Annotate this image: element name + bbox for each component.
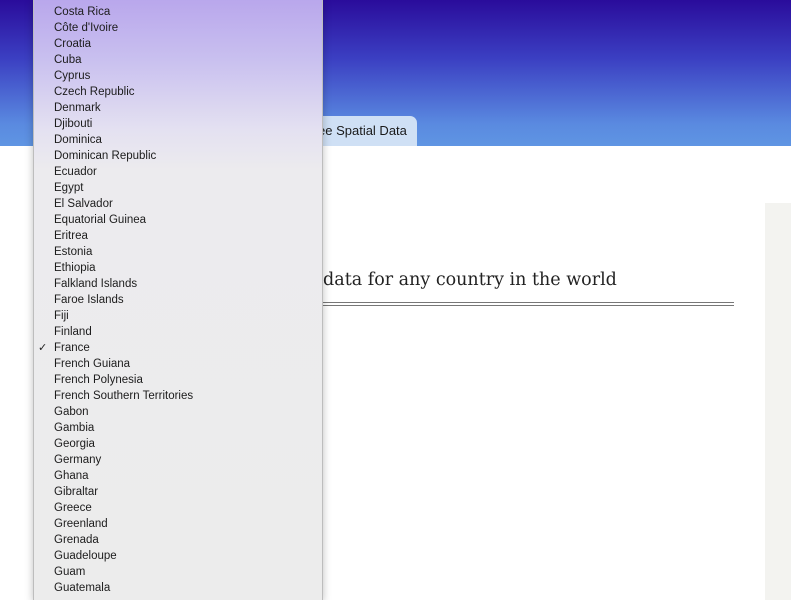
country-option[interactable]: Gibraltar <box>34 484 322 500</box>
country-option-label: Gabon <box>54 406 89 418</box>
country-option[interactable]: Dominican Republic <box>34 148 322 164</box>
country-option[interactable]: Estonia <box>34 244 322 260</box>
country-option[interactable]: French Guiana <box>34 356 322 372</box>
country-option-label: Eritrea <box>54 230 88 242</box>
country-option[interactable]: Gabon <box>34 404 322 420</box>
country-option-label: Guam <box>54 566 86 578</box>
country-option[interactable]: Ghana <box>34 468 322 484</box>
country-option[interactable]: Fiji <box>34 308 322 324</box>
country-option-label: Croatia <box>54 38 92 50</box>
country-option-label: Guatemala <box>54 582 111 594</box>
country-option[interactable]: Cuba <box>34 52 322 68</box>
country-option-label: Cuba <box>54 54 82 66</box>
country-option-label: Gibraltar <box>54 486 99 498</box>
country-option[interactable]: Cyprus <box>34 68 322 84</box>
country-option[interactable]: Egypt <box>34 180 322 196</box>
country-option[interactable]: ✓ France <box>34 340 322 356</box>
country-option-label: Denmark <box>54 102 101 114</box>
country-option[interactable]: Grenada <box>34 532 322 548</box>
country-option[interactable]: Equatorial Guinea <box>34 212 322 228</box>
country-option[interactable]: Ethiopia <box>34 260 322 276</box>
country-option-label: Germany <box>54 454 102 466</box>
country-option-label: Finland <box>54 326 92 338</box>
country-option[interactable]: Greece <box>34 500 322 516</box>
country-option-label: Gambia <box>54 422 95 434</box>
country-option-label: French Guiana <box>54 358 131 370</box>
country-option-label: Greenland <box>54 518 108 530</box>
country-option-label: Cyprus <box>54 70 91 82</box>
country-option-label: Dominican Republic <box>54 150 157 162</box>
country-option[interactable]: Falkland Islands <box>34 276 322 292</box>
country-options-list: Costa Rica Côte d'Ivoire Croatia Cuba Cyprus… <box>34 4 322 596</box>
country-option-label: Djibouti <box>54 118 93 130</box>
country-option[interactable]: El Salvador <box>34 196 322 212</box>
country-option-label: Dominica <box>54 134 102 146</box>
country-option[interactable]: Ecuador <box>34 164 322 180</box>
country-option[interactable]: Greenland <box>34 516 322 532</box>
country-option[interactable]: Guam <box>34 564 322 580</box>
country-option[interactable]: Eritrea <box>34 228 322 244</box>
divider <box>290 302 734 306</box>
side-panel <box>765 203 791 600</box>
country-option-label: Greece <box>54 502 92 514</box>
country-option-label: Georgia <box>54 438 95 450</box>
country-option[interactable]: Côte d'Ivoire <box>34 20 322 36</box>
country-option-label: Egypt <box>54 182 84 194</box>
checkmark-icon: ✓ <box>38 342 48 354</box>
country-option[interactable]: Czech Republic <box>34 84 322 100</box>
country-option-label: Faroe Islands <box>54 294 124 306</box>
country-option-label: Ghana <box>54 470 89 482</box>
country-option-label: Ethiopia <box>54 262 96 274</box>
country-option-label: Equatorial Guinea <box>54 214 147 226</box>
country-option-label: Falkland Islands <box>54 278 138 290</box>
country-option[interactable]: Germany <box>34 452 322 468</box>
country-option[interactable]: Costa Rica <box>34 4 322 20</box>
country-option[interactable]: Guatemala <box>34 580 322 596</box>
country-option-label: Estonia <box>54 246 93 258</box>
country-option-label: Fiji <box>54 310 69 322</box>
country-option-label: France <box>54 342 90 354</box>
country-option-label: Guadeloupe <box>54 550 117 562</box>
country-option[interactable]: Finland <box>34 324 322 340</box>
country-option[interactable]: Croatia <box>34 36 322 52</box>
country-option[interactable]: Guadeloupe <box>34 548 322 564</box>
country-option[interactable]: Djibouti <box>34 116 322 132</box>
country-option-label: French Southern Territories <box>54 390 194 402</box>
country-option[interactable]: Faroe Islands <box>34 292 322 308</box>
country-option[interactable]: Dominica <box>34 132 322 148</box>
country-option-label: El Salvador <box>54 198 113 210</box>
country-option[interactable]: French Southern Territories <box>34 388 322 404</box>
country-option-label: Czech Republic <box>54 86 135 98</box>
country-option-label: Ecuador <box>54 166 97 178</box>
country-option-label: Grenada <box>54 534 99 546</box>
country-option[interactable]: French Polynesia <box>34 372 322 388</box>
country-option-label: Côte d'Ivoire <box>54 22 119 34</box>
country-option[interactable]: Georgia <box>34 436 322 452</box>
country-option-label: French Polynesia <box>54 374 143 386</box>
country-option[interactable]: Denmark <box>34 100 322 116</box>
country-dropdown-menu[interactable]: Costa Rica Côte d'Ivoire Croatia Cuba Cyprus… <box>33 0 323 600</box>
country-option-label: Costa Rica <box>54 6 111 18</box>
country-option[interactable]: Gambia <box>34 420 322 436</box>
